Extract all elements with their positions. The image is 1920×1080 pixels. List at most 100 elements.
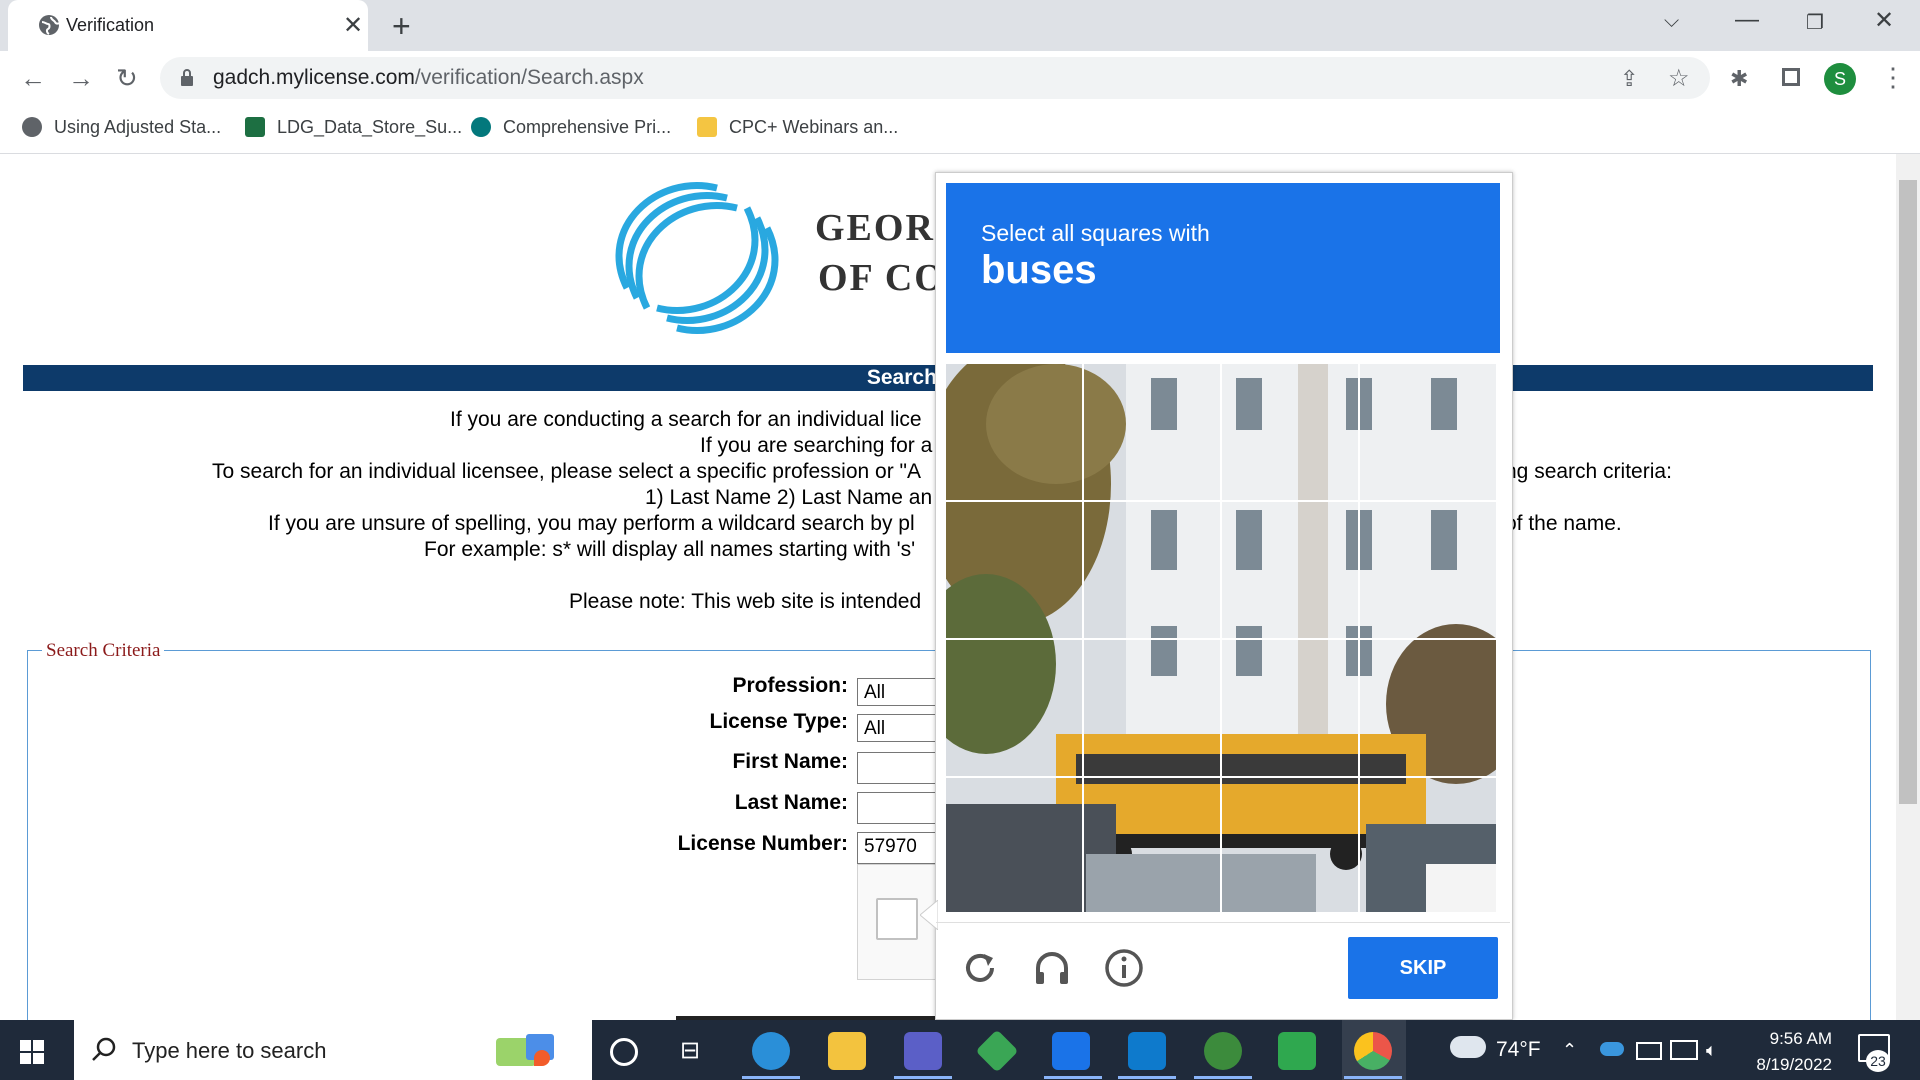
excel-icon	[245, 117, 265, 137]
file-explorer-icon[interactable]	[828, 1032, 866, 1070]
captcha-tile[interactable]	[1222, 364, 1358, 500]
intro-text: To search for an individual licensee, pl…	[212, 460, 921, 483]
first-name-input[interactable]	[857, 752, 947, 784]
intro-text: If you are conducting a search for an in…	[450, 408, 922, 431]
taskbar-active-indicator	[742, 1076, 800, 1079]
reload-icon[interactable]: ↻	[116, 63, 138, 94]
taskbar-active-indicator	[894, 1076, 952, 1079]
lock-icon	[181, 69, 193, 86]
tab-title: Verification	[66, 15, 155, 35]
license-type-label: License Type:	[709, 710, 849, 733]
captcha-tile[interactable]	[1222, 778, 1358, 912]
extensions-icon[interactable]: ✱	[1730, 66, 1748, 92]
last-name-label: Last Name:	[734, 791, 848, 814]
url-text[interactable]: gadch.mylicense.com/verification/Search.…	[213, 66, 644, 90]
minimize-icon[interactable]: —	[1735, 6, 1759, 34]
profile-avatar[interactable]: S	[1824, 63, 1856, 95]
captcha-tile[interactable]	[1084, 502, 1220, 638]
sharepoint-icon	[471, 117, 491, 137]
bookmark-item[interactable]: LDG_Data_Store_Su...	[245, 117, 462, 138]
bookmark-label: Using Adjusted Sta...	[54, 117, 222, 137]
captcha-tile[interactable]	[946, 640, 1082, 776]
audio-challenge-icon[interactable]	[1032, 948, 1072, 988]
captcha-pointer	[920, 900, 938, 930]
captcha-footer-divider	[936, 922, 1510, 923]
scrollbar-thumb[interactable]	[1899, 180, 1917, 804]
profession-select[interactable]: All	[857, 678, 947, 706]
bookmark-item[interactable]: CPC+ Webinars an...	[697, 117, 898, 138]
grid-line	[946, 638, 1496, 640]
recaptcha-checkbox[interactable]	[876, 898, 918, 940]
teams-icon[interactable]	[904, 1032, 942, 1070]
captcha-tile[interactable]	[1084, 364, 1220, 500]
bookmark-item[interactable]: Comprehensive Pri...	[471, 117, 671, 138]
share-icon[interactable]: ⇪	[1620, 66, 1638, 92]
restore-icon[interactable]: ❐	[1806, 10, 1824, 35]
license-number-input[interactable]: 57970	[857, 832, 947, 864]
media-app-icon[interactable]	[1278, 1032, 1316, 1070]
captcha-tile[interactable]	[1222, 640, 1358, 776]
captcha-image-grid	[946, 364, 1496, 912]
battery-icon[interactable]	[1636, 1042, 1662, 1060]
captcha-tile[interactable]	[1084, 778, 1220, 912]
first-name-label: First Name:	[732, 750, 848, 773]
menu-icon[interactable]: ⋮	[1880, 62, 1906, 93]
back-icon[interactable]: ←	[20, 63, 46, 94]
intro-text: If you are searching for a	[700, 434, 933, 457]
taskbar-active-indicator	[1344, 1076, 1402, 1079]
taskbar-search-placeholder: Type here to search	[132, 1038, 327, 1063]
captcha-target-object: buses	[981, 248, 1097, 292]
bookmarks-bar: Using Adjusted Sta... LDG_Data_Store_Su.…	[0, 105, 1920, 154]
captcha-tile[interactable]	[1360, 640, 1496, 776]
onedrive-icon[interactable]	[1600, 1042, 1624, 1056]
new-tab-icon[interactable]: +	[392, 8, 411, 45]
skip-button[interactable]: SKIP	[1348, 937, 1498, 999]
intro-text: If you are unsure of spelling, you may p…	[268, 512, 915, 535]
captcha-tile[interactable]	[1360, 778, 1496, 912]
edge-icon[interactable]	[752, 1032, 790, 1070]
vscode-icon[interactable]	[1128, 1032, 1166, 1070]
reload-challenge-icon[interactable]	[960, 948, 1000, 988]
profession-label: Profession:	[732, 674, 848, 697]
windows-start-icon[interactable]	[20, 1040, 44, 1064]
browser-tab[interactable]: Verification ✕	[8, 0, 368, 51]
globe-icon	[39, 15, 60, 35]
volume-icon[interactable]: 🔈︎	[1706, 1040, 1717, 1061]
forward-icon[interactable]: →	[68, 63, 94, 94]
bookmark-label: CPC+ Webinars an...	[729, 117, 899, 137]
url-host: gadch.mylicense.com	[213, 66, 415, 89]
logo-text-line1: GEOR	[815, 207, 935, 249]
last-name-input[interactable]	[857, 792, 947, 824]
captcha-tile[interactable]	[946, 364, 1082, 500]
close-tab-icon[interactable]: ✕	[343, 11, 363, 40]
intro-text: ng search criteria:	[1505, 460, 1672, 483]
globe-app-icon[interactable]	[1204, 1032, 1242, 1070]
app-s-icon[interactable]	[1052, 1032, 1090, 1070]
star-icon[interactable]: ☆	[1668, 64, 1690, 93]
bookmark-label: LDG_Data_Store_Su...	[277, 117, 463, 137]
info-icon[interactable]	[1104, 948, 1144, 988]
captcha-tile[interactable]	[1360, 364, 1496, 500]
tab-search-icon[interactable]: ⌵	[1664, 10, 1679, 33]
weather-temp[interactable]: 74°F	[1496, 1038, 1541, 1062]
network-icon[interactable]	[1670, 1040, 1698, 1060]
chevron-up-icon[interactable]: ⌃	[1562, 1040, 1577, 1061]
captcha-tile[interactable]	[946, 778, 1082, 912]
license-type-select[interactable]: All	[857, 714, 947, 742]
captcha-tile[interactable]	[1222, 502, 1358, 638]
chrome-active-highlight	[1342, 1020, 1406, 1080]
search-highlight-icon	[490, 1028, 560, 1072]
close-window-icon[interactable]: ✕	[1874, 6, 1894, 35]
intro-text: For example: s* will display all names s…	[424, 538, 916, 561]
system-clock[interactable]: 9:56 AM 8/19/2022	[1740, 1026, 1832, 1078]
captcha-tile[interactable]	[1360, 502, 1496, 638]
bookmark-item[interactable]: Using Adjusted Sta...	[22, 117, 221, 138]
url-path: /verification/Search.aspx	[414, 66, 644, 89]
captcha-prompt: Select all squares with	[981, 220, 1210, 246]
captcha-tile[interactable]	[946, 502, 1082, 638]
task-view-icon[interactable]: ⊟	[680, 1036, 700, 1065]
side-panel-icon[interactable]	[1782, 68, 1800, 86]
cortana-icon[interactable]	[610, 1038, 638, 1066]
search-criteria-legend: Search Criteria	[42, 640, 165, 662]
captcha-tile[interactable]	[1084, 640, 1220, 776]
